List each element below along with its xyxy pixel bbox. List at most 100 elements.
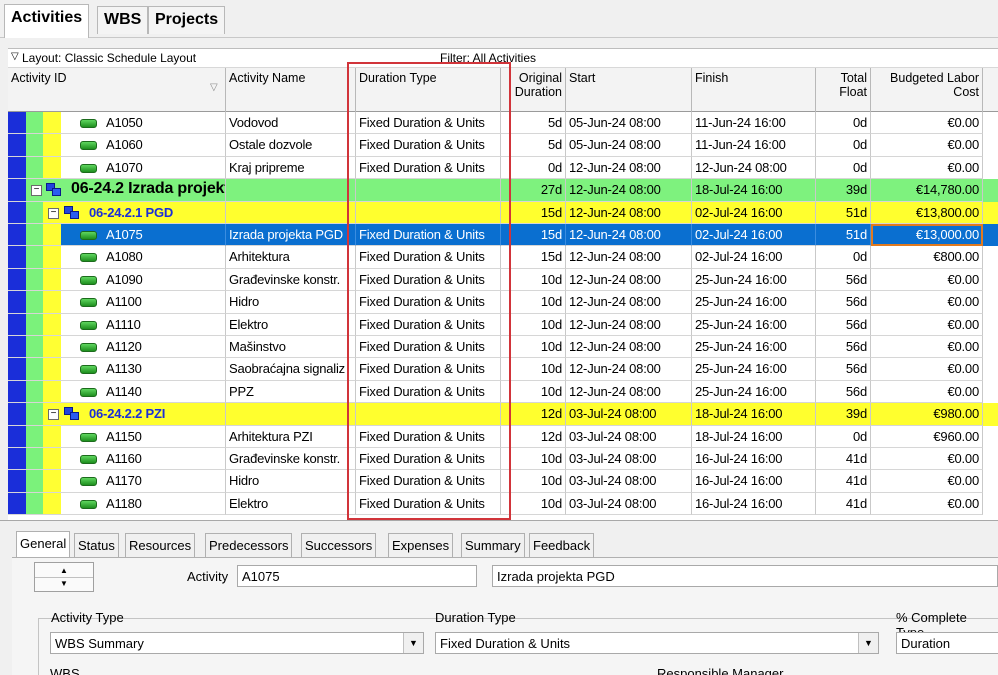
start-cell[interactable]: 03-Jul-24 08:00 <box>566 492 692 516</box>
float-cell[interactable]: 51d <box>816 201 871 224</box>
finish-cell[interactable]: 11-Jun-24 16:00 <box>692 134 816 157</box>
dur-cell[interactable]: 15d <box>501 246 566 269</box>
dtype-cell[interactable]: Fixed Duration & Units <box>356 291 501 314</box>
activity-id-field[interactable]: A1075 <box>237 565 477 587</box>
activity-id-cell[interactable]: − 06-24.2 Izrada projekta <box>8 179 226 202</box>
finish-cell[interactable]: 18-Jul-24 16:00 <box>692 403 816 426</box>
dur-cell[interactable]: 10d <box>501 268 566 292</box>
activity-id-cell[interactable]: A1130 <box>8 358 226 381</box>
col-activity-name[interactable]: Activity Name <box>226 68 356 112</box>
tab-projects[interactable]: Projects <box>148 6 226 34</box>
finish-cell[interactable]: 25-Jun-24 16:00 <box>692 358 816 381</box>
cost-cell[interactable]: €0.00 <box>871 156 983 180</box>
dtype-cell[interactable]: Fixed Duration & Units <box>356 336 501 359</box>
cost-cell[interactable]: €980.00 <box>871 403 983 426</box>
activity-id-cell[interactable]: A1170 <box>8 470 226 493</box>
finish-cell[interactable]: 02-Jul-24 16:00 <box>692 246 816 269</box>
cost-cell[interactable]: €0.00 <box>871 112 983 135</box>
activity-id-cell[interactable]: − 06-24.2.2 PZI <box>8 403 226 426</box>
dtype-cell[interactable]: Fixed Duration & Units <box>356 134 501 157</box>
activity-id-cell[interactable]: A1110 <box>8 313 226 336</box>
start-cell[interactable]: 03-Jul-24 08:00 <box>566 448 692 471</box>
finish-cell[interactable]: 12-Jun-24 08:00 <box>692 156 816 180</box>
activity-id-cell[interactable]: A1050 <box>8 112 226 135</box>
float-cell[interactable]: 0d <box>816 425 871 448</box>
dur-cell[interactable]: 5d <box>501 112 566 135</box>
dtype-cell[interactable]: Fixed Duration & Units <box>356 246 501 269</box>
finish-cell[interactable]: 16-Jul-24 16:00 <box>692 492 816 516</box>
dtype-cell[interactable]: Fixed Duration & Units <box>356 448 501 471</box>
float-cell[interactable]: 56d <box>816 268 871 292</box>
name-cell[interactable]: Elektro <box>226 313 356 336</box>
name-cell[interactable]: Arhitektura PZI <box>226 425 356 448</box>
tab-general[interactable]: General <box>16 531 71 557</box>
dtype-cell[interactable] <box>356 403 501 426</box>
col-activity-id[interactable]: Activity ID ▽ <box>8 68 226 112</box>
dur-cell[interactable]: 12d <box>501 425 566 448</box>
float-cell[interactable]: 56d <box>816 336 871 359</box>
name-cell[interactable]: Mašinstvo <box>226 336 356 359</box>
dur-cell[interactable]: 10d <box>501 313 566 336</box>
start-cell[interactable]: 12-Jun-24 08:00 <box>566 358 692 381</box>
cost-cell[interactable]: €0.00 <box>871 492 983 516</box>
activity-type-select[interactable]: WBS Summary ▼ <box>50 632 424 654</box>
activity-id-cell[interactable]: A1070 <box>8 156 226 180</box>
tab-activities[interactable]: Activities <box>4 4 90 38</box>
tab-predecessors[interactable]: Predecessors <box>205 533 293 557</box>
dropdown-arrow-icon[interactable]: ▼ <box>403 633 423 653</box>
dur-cell[interactable]: 0d <box>501 156 566 180</box>
cost-cell[interactable]: €0.00 <box>871 470 983 493</box>
activity-id-cell[interactable]: A1100 <box>8 291 226 314</box>
dtype-cell[interactable] <box>356 201 501 224</box>
dur-cell[interactable]: 15d <box>501 224 566 247</box>
activity-name-field[interactable]: Izrada projekta PGD <box>492 565 998 587</box>
start-cell[interactable]: 12-Jun-24 08:00 <box>566 156 692 180</box>
finish-cell[interactable]: 18-Jul-24 16:00 <box>692 425 816 448</box>
start-cell[interactable]: 05-Jun-24 08:00 <box>566 134 692 157</box>
tab-summary[interactable]: Summary <box>461 533 525 557</box>
cost-cell[interactable]: €0.00 <box>871 268 983 292</box>
chevron-down-icon[interactable]: ▽ <box>11 51 19 62</box>
float-cell[interactable]: 41d <box>816 470 871 493</box>
dtype-cell[interactable] <box>356 179 501 202</box>
name-cell[interactable]: Hidro <box>226 470 356 493</box>
activity-id-cell[interactable]: A1060 <box>8 134 226 157</box>
table-row[interactable]: A1150 Arhitektura PZI Fixed Duration & Uni… <box>8 425 998 448</box>
dtype-cell[interactable]: Fixed Duration & Units <box>356 313 501 336</box>
dur-cell[interactable]: 27d <box>501 179 566 202</box>
finish-cell[interactable]: 25-Jun-24 16:00 <box>692 380 816 404</box>
name-cell[interactable]: Arhitektura <box>226 246 356 269</box>
cost-cell[interactable]: €0.00 <box>871 380 983 404</box>
dtype-cell[interactable]: Fixed Duration & Units <box>356 268 501 292</box>
cost-cell[interactable]: €960.00 <box>871 425 983 448</box>
start-cell[interactable]: 03-Jul-24 08:00 <box>566 470 692 493</box>
finish-cell[interactable]: 16-Jul-24 16:00 <box>692 470 816 493</box>
dtype-cell[interactable]: Fixed Duration & Units <box>356 470 501 493</box>
finish-cell[interactable]: 16-Jul-24 16:00 <box>692 448 816 471</box>
name-cell[interactable]: Izrada projekta PGD <box>226 224 356 247</box>
finish-cell[interactable]: 25-Jun-24 16:00 <box>692 291 816 314</box>
name-cell[interactable]: Vodovod <box>226 112 356 135</box>
filter-label[interactable]: Filter: All Activities <box>440 51 536 65</box>
finish-cell[interactable]: 25-Jun-24 16:00 <box>692 313 816 336</box>
start-cell[interactable]: 12-Jun-24 08:00 <box>566 179 692 202</box>
wbs-row[interactable]: − 06-24.2.1 PGD 15d 12-Jun-24 08:00 02-Jul-2… <box>8 201 998 224</box>
name-cell[interactable]: Građevinske konstr. <box>226 268 356 292</box>
tab-resources[interactable]: Resources <box>125 533 196 557</box>
cost-cell[interactable]: €800.00 <box>871 246 983 269</box>
table-row[interactable]: A1140 PPZ Fixed Duration & Units 10d 12-Jun-… <box>8 380 998 404</box>
float-cell[interactable]: 0d <box>816 134 871 157</box>
col-budgeted-labor-cost[interactable]: Budgeted Labor Cost <box>871 68 983 112</box>
layout-label[interactable]: Layout: Classic Schedule Layout <box>22 51 196 65</box>
dur-cell[interactable]: 15d <box>501 201 566 224</box>
table-row[interactable]: A1050 Vodovod Fixed Duration & Units 5d 05-J… <box>8 112 998 135</box>
finish-cell[interactable]: 11-Jun-24 16:00 <box>692 112 816 135</box>
duration-type-select[interactable]: Fixed Duration & Units ▼ <box>435 632 879 654</box>
start-cell[interactable]: 03-Jul-24 08:00 <box>566 403 692 426</box>
activity-id-cell[interactable]: A1180 <box>8 492 226 516</box>
start-cell[interactable]: 03-Jul-24 08:00 <box>566 425 692 448</box>
start-cell[interactable]: 12-Jun-24 08:00 <box>566 313 692 336</box>
finish-cell[interactable]: 02-Jul-24 16:00 <box>692 224 816 247</box>
table-row[interactable]: A1130 Saobraćajna signaliz Fixed Duration … <box>8 358 998 381</box>
dur-cell[interactable]: 10d <box>501 336 566 359</box>
